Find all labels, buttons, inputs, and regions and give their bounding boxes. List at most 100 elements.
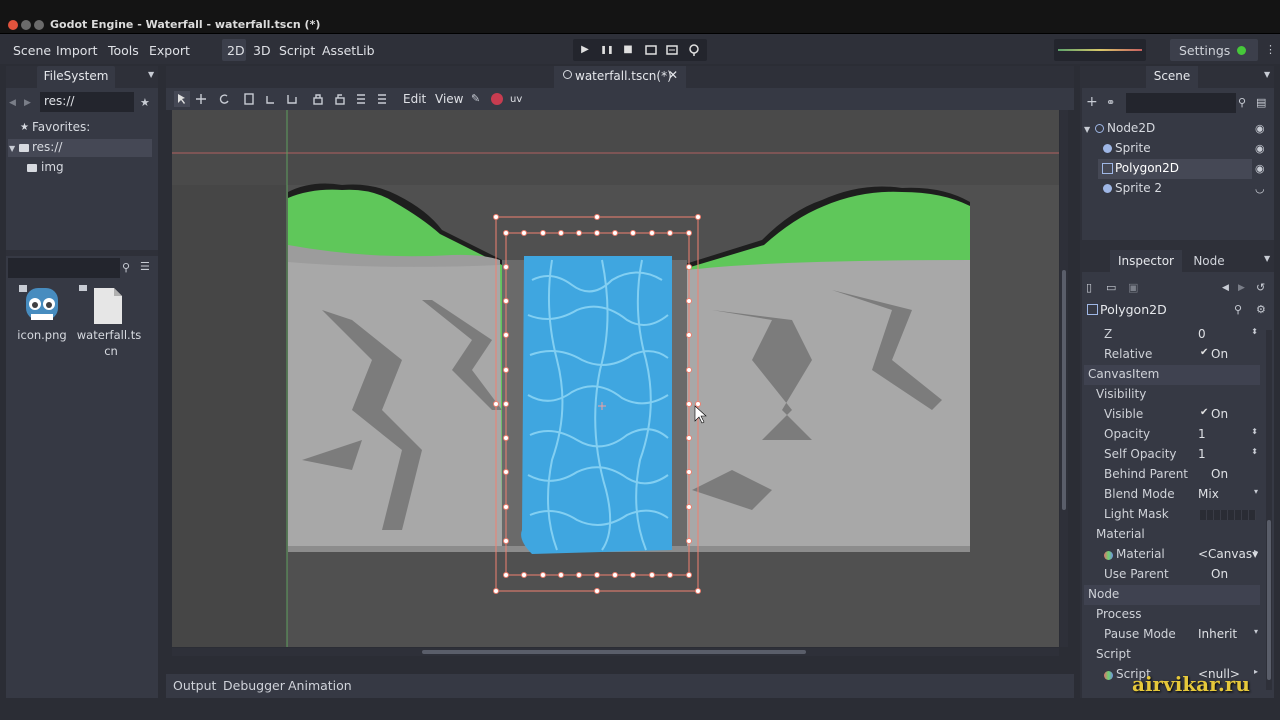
- history-back-icon[interactable]: ◀: [1222, 281, 1229, 295]
- mode-assetlib-button[interactable]: AssetLib: [322, 43, 375, 58]
- property-value[interactable]: On: [1211, 467, 1228, 481]
- checkbox-checked-icon[interactable]: ✔: [1200, 347, 1208, 358]
- tab-debugger[interactable]: Debugger: [223, 678, 285, 693]
- canvas-tool-icons[interactable]: [172, 91, 392, 107]
- property-value[interactable]: On: [1211, 407, 1228, 421]
- inspector-row-visibility[interactable]: Visibility: [1084, 385, 1260, 405]
- debug-options-icon[interactable]: [684, 40, 704, 60]
- property-value[interactable]: 1: [1198, 447, 1206, 461]
- history-icon[interactable]: ↺: [1256, 281, 1265, 295]
- dock-menu-icon[interactable]: ▼: [1264, 68, 1270, 82]
- canvas-menu-view[interactable]: View: [435, 92, 463, 106]
- menu-import[interactable]: Import: [56, 43, 98, 58]
- list-view-icon[interactable]: ☰: [140, 260, 150, 274]
- new-resource-icon[interactable]: ▯: [1086, 281, 1092, 295]
- file-search-input[interactable]: [8, 258, 120, 278]
- inspector-row-process[interactable]: Process: [1084, 605, 1260, 625]
- visibility-eye-icon[interactable]: ◉: [1255, 122, 1265, 136]
- open-folder-icon[interactable]: ▭: [1106, 281, 1116, 295]
- menu-export[interactable]: Export: [149, 43, 190, 58]
- property-value[interactable]: Mix: [1198, 487, 1219, 501]
- pause-icon[interactable]: ❚❚: [597, 40, 617, 60]
- canvas-viewport[interactable]: [172, 110, 1059, 647]
- property-value[interactable]: On: [1211, 347, 1228, 361]
- maximize-window-icon[interactable]: [34, 20, 44, 30]
- visibility-eye-icon[interactable]: ◉: [1255, 142, 1265, 156]
- h-scrollbar[interactable]: [172, 648, 1059, 656]
- dock-menu-icon[interactable]: ▼: [1264, 252, 1270, 266]
- forward-arrow-icon[interactable]: ▶: [24, 96, 31, 110]
- menu-tools[interactable]: Tools: [108, 43, 139, 58]
- dropdown-arrow-icon[interactable]: ▸: [1254, 547, 1258, 556]
- scene-options-icon[interactable]: ▤: [1256, 96, 1266, 110]
- add-node-icon[interactable]: +: [1086, 95, 1098, 109]
- expand-arrow-icon[interactable]: ▼: [1084, 123, 1090, 137]
- inspector-scrollbar[interactable]: [1266, 330, 1272, 690]
- canvas-menu-edit[interactable]: Edit: [403, 92, 426, 106]
- dropdown-arrow-icon[interactable]: ▸: [1254, 667, 1258, 676]
- node-filter-input[interactable]: [1126, 93, 1236, 113]
- visibility-eye-icon[interactable]: ◉: [1255, 162, 1265, 176]
- close-window-icon[interactable]: [8, 20, 18, 30]
- inspector-scroll-thumb[interactable]: [1267, 520, 1271, 680]
- save-icon[interactable]: ▣: [1128, 281, 1138, 295]
- stop-icon[interactable]: ■: [618, 40, 638, 60]
- tab-node[interactable]: Node: [1186, 254, 1232, 268]
- scene-tab-active[interactable]: waterfall.tscn(*) ✕: [554, 66, 686, 88]
- property-value[interactable]: On: [1211, 567, 1228, 581]
- expand-arrow-icon[interactable]: ▼: [9, 142, 15, 156]
- visibility-eye-closed-icon[interactable]: ◡: [1255, 182, 1265, 196]
- property-value[interactable]: 0: [1198, 327, 1206, 341]
- tree-item-res[interactable]: res://: [32, 140, 62, 154]
- h-scroll-thumb[interactable]: [422, 650, 806, 654]
- dropdown-arrow-icon[interactable]: ▾: [1254, 487, 1258, 496]
- dropdown-arrow-icon[interactable]: ▾: [1254, 627, 1258, 636]
- tab-filesystem[interactable]: FileSystem: [37, 69, 115, 83]
- spinner-icon[interactable]: ⬍: [1251, 447, 1258, 456]
- mode-script-button[interactable]: Script: [279, 43, 315, 58]
- tree-node-node2d[interactable]: Node2D: [1107, 121, 1155, 135]
- tab-animation[interactable]: Animation: [288, 678, 352, 693]
- tab-inspector[interactable]: Inspector: [1110, 254, 1182, 268]
- search-icon[interactable]: ⚲: [122, 261, 130, 275]
- property-value[interactable]: Inherit: [1198, 627, 1237, 641]
- tree-node-sprite-2[interactable]: Sprite 2: [1115, 181, 1162, 195]
- gear-icon[interactable]: ⚙: [1256, 303, 1266, 317]
- file-item-waterfall[interactable]: [78, 284, 128, 328]
- play-scene-icon[interactable]: [641, 40, 661, 60]
- dock-menu-icon[interactable]: ▼: [148, 68, 154, 82]
- polygon-edit-icon[interactable]: [491, 93, 503, 105]
- path-field[interactable]: res://: [40, 92, 134, 112]
- tree-item-img[interactable]: img: [41, 160, 64, 174]
- property-value[interactable]: <Canvas▾: [1198, 547, 1258, 561]
- inspector-row-node[interactable]: Node: [1084, 585, 1260, 605]
- menu-scene[interactable]: Scene: [13, 43, 51, 58]
- property-value[interactable]: 1: [1198, 427, 1206, 441]
- close-tab-icon[interactable]: ✕: [668, 68, 678, 82]
- favorite-star-icon[interactable]: ★: [140, 96, 150, 110]
- spinner-icon[interactable]: ⬍: [1251, 327, 1258, 336]
- history-forward-icon[interactable]: ▶: [1238, 281, 1245, 295]
- v-scroll-thumb[interactable]: [1062, 270, 1066, 510]
- tree-node-sprite[interactable]: Sprite: [1115, 141, 1151, 155]
- search-icon[interactable]: ⚲: [1234, 303, 1242, 317]
- play-custom-icon[interactable]: [662, 40, 682, 60]
- back-arrow-icon[interactable]: ◀: [9, 96, 16, 110]
- link-icon[interactable]: ⚭: [1106, 96, 1115, 110]
- v-scrollbar[interactable]: [1060, 110, 1068, 647]
- file-item-icon-png[interactable]: [18, 284, 66, 328]
- spinner-icon[interactable]: ⬍: [1251, 427, 1258, 436]
- tree-node-polygon2d[interactable]: Polygon2D: [1115, 161, 1179, 175]
- inspector-row-material[interactable]: Material: [1084, 525, 1260, 545]
- inspector-row-canvasitem[interactable]: CanvasItem: [1084, 365, 1260, 385]
- settings-menu-dots-icon[interactable]: ⋮: [1265, 43, 1276, 57]
- mode-2d-button[interactable]: 2D: [227, 43, 245, 58]
- pencil-icon[interactable]: ✎: [471, 92, 480, 106]
- checkbox-checked-icon[interactable]: ✔: [1200, 407, 1208, 418]
- settings-button[interactable]: Settings: [1170, 39, 1258, 61]
- light-mask-grid[interactable]: [1200, 510, 1256, 520]
- inspector-row-script[interactable]: Script: [1084, 645, 1260, 665]
- minimize-window-icon[interactable]: [21, 20, 31, 30]
- play-icon[interactable]: ▶: [575, 40, 595, 60]
- mode-3d-button[interactable]: 3D: [253, 43, 271, 58]
